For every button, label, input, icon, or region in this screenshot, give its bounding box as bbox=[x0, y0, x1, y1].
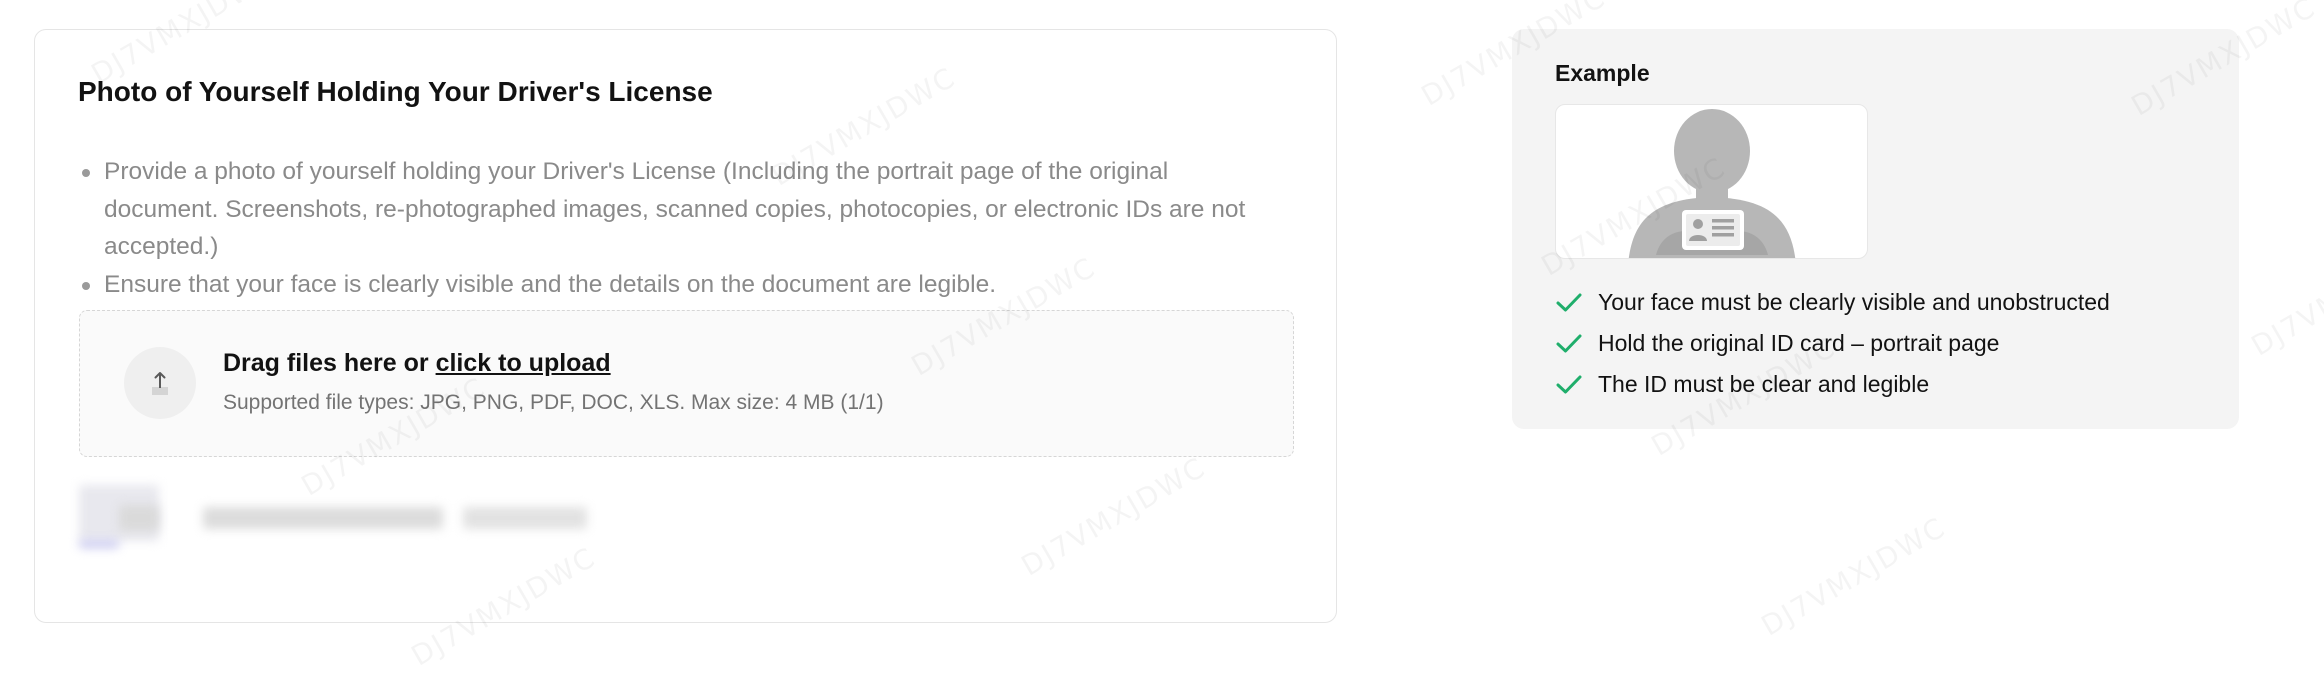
upload-section-title: Photo of Yourself Holding Your Driver's … bbox=[78, 76, 713, 107]
dropzone-prompt-text: Drag files here or bbox=[223, 349, 436, 377]
example-checklist: Your face must be clearly visible and un… bbox=[1555, 282, 2110, 405]
check-icon bbox=[1556, 334, 1582, 353]
check-item: Hold the original ID card – portrait pag… bbox=[1555, 323, 2110, 364]
upload-card: Photo of Yourself Holding Your Driver's … bbox=[34, 29, 1337, 623]
check-icon bbox=[1556, 375, 1582, 394]
requirement-item: Ensure that your face is clearly visible… bbox=[78, 266, 1278, 304]
uploaded-file-preview-redacted bbox=[79, 485, 679, 555]
check-item: The ID must be clear and legible bbox=[1555, 364, 2110, 405]
example-card: Example Your face must be clearly visibl… bbox=[1512, 29, 2239, 429]
requirement-item: Provide a photo of yourself holding your… bbox=[78, 153, 1278, 266]
dropzone-prompt: Drag files here or click to upload bbox=[223, 349, 611, 378]
person-holding-id-illustration bbox=[1628, 109, 1796, 258]
check-item-text: The ID must be clear and legible bbox=[1598, 371, 1930, 397]
click-to-upload-link[interactable]: click to upload bbox=[436, 349, 611, 377]
watermark: DJ7VMXJDWC bbox=[1756, 510, 1952, 642]
upload-arrow-icon[interactable] bbox=[124, 347, 196, 419]
example-title: Example bbox=[1555, 60, 1650, 86]
check-item-text: Your face must be clearly visible and un… bbox=[1598, 289, 2110, 315]
check-icon bbox=[1556, 293, 1582, 312]
example-person-holding-id-image bbox=[1555, 104, 1868, 259]
watermark: DJ7VMXJDWC bbox=[2246, 230, 2324, 362]
check-item-text: Hold the original ID card – portrait pag… bbox=[1598, 330, 2000, 356]
check-item: Your face must be clearly visible and un… bbox=[1555, 282, 2110, 323]
requirements-list: Provide a photo of yourself holding your… bbox=[78, 153, 1278, 303]
file-dropzone[interactable]: Drag files here or click to upload Suppo… bbox=[79, 310, 1294, 457]
supported-file-types: Supported file types: JPG, PNG, PDF, DOC… bbox=[223, 391, 884, 414]
